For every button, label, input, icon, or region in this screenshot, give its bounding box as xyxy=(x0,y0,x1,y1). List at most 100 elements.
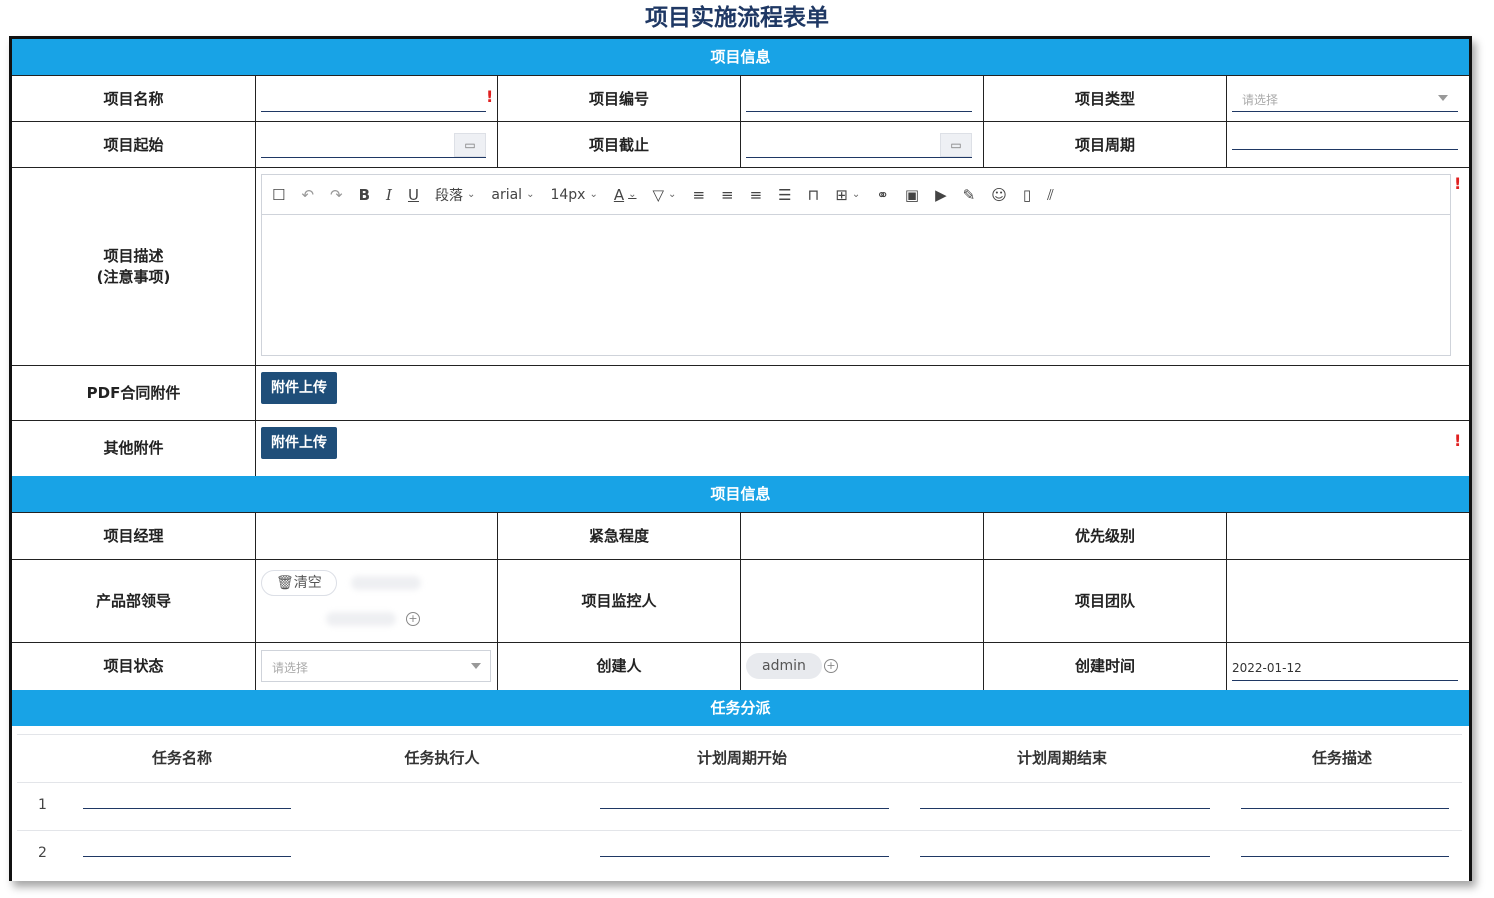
align-justify-icon[interactable]: ☰ xyxy=(778,186,791,204)
font-label: arial xyxy=(491,186,523,203)
table-icon[interactable]: ⊞ ⌄ xyxy=(835,186,860,204)
bold-icon[interactable]: B xyxy=(359,186,370,204)
eraser-icon[interactable]: ✎ xyxy=(963,186,976,204)
align-right-icon[interactable]: ≡ xyxy=(721,186,734,204)
italic-icon[interactable]: I xyxy=(386,186,392,204)
field-project-status[interactable]: 请选择 xyxy=(255,643,497,690)
creator-chip: admin xyxy=(746,653,822,679)
label-project-monitor: 项目监控人 xyxy=(497,560,740,643)
task-table-header: 任务名称 任务执行人 计划周期开始 计划周期结束 任务描述 xyxy=(12,734,1469,782)
section-header-task-assign: 任务分派 xyxy=(12,690,1469,726)
label-creator: 创建人 xyxy=(497,643,740,690)
add-user-icon[interactable]: + xyxy=(406,612,420,626)
underline-icon[interactable]: U xyxy=(408,186,419,204)
project-period-input[interactable] xyxy=(1232,125,1458,150)
redo-icon[interactable]: ↷ xyxy=(330,186,343,204)
row-number: 1 xyxy=(38,797,47,813)
highlight-icon[interactable]: ▽ ⌄ xyxy=(653,186,677,204)
field-project-number[interactable] xyxy=(740,76,983,122)
emoji-icon[interactable]: ☺ xyxy=(991,186,1007,204)
col-plan-start: 计划周期开始 xyxy=(696,749,787,767)
row-number: 2 xyxy=(38,845,47,861)
field-urgency[interactable] xyxy=(740,513,983,560)
project-end-date-input[interactable] xyxy=(746,133,972,158)
font-family-dropdown[interactable]: arial ⌄ xyxy=(491,187,534,203)
plan-start-input[interactable] xyxy=(600,808,889,809)
label-urgency: 紧急程度 xyxy=(497,513,740,560)
label-description-line1: 项目描述 xyxy=(103,247,164,265)
label-project-manager: 项目经理 xyxy=(103,527,164,545)
task-desc-input[interactable] xyxy=(1241,808,1449,809)
add-user-icon[interactable]: + xyxy=(824,659,838,673)
row-description: 项目描述 (注意事项) ☐ ↶ ↷ B I U 段落 ⌄ arial ⌄ 14px ⌄… xyxy=(12,167,1469,366)
label-project-end: 项目截止 xyxy=(497,122,740,168)
plan-start-input[interactable] xyxy=(600,856,889,857)
field-other-attachment: 附件上传 ! xyxy=(255,421,1469,476)
field-project-manager[interactable] xyxy=(255,513,497,560)
col-task-name: 任务名称 xyxy=(151,749,212,767)
clear-button[interactable]: 🗑清空 xyxy=(261,570,337,596)
field-creator: admin + xyxy=(740,643,983,690)
field-project-team[interactable] xyxy=(1226,560,1469,643)
plan-end-input[interactable] xyxy=(920,856,1210,857)
row-start-end-period: 项目起始 ▭ 项目截止 ▭ 项目周期 xyxy=(12,121,1469,168)
format-painter-icon[interactable]: ⊓ xyxy=(808,186,820,204)
task-name-input[interactable] xyxy=(83,856,291,857)
other-upload-button[interactable]: 附件上传 xyxy=(261,427,337,459)
align-center-icon[interactable]: ≡ xyxy=(750,186,763,204)
clear-label: 清空 xyxy=(293,575,322,591)
field-product-lead[interactable]: 🗑清空 + xyxy=(255,560,497,643)
section-header-project-info-2: 项目信息 xyxy=(12,476,1469,512)
plan-end-input[interactable] xyxy=(920,808,1210,809)
image-icon[interactable]: ▣ xyxy=(905,186,919,204)
table-row: 2 xyxy=(12,831,1469,878)
font-size-dropdown[interactable]: 14px ⌄ xyxy=(550,187,597,203)
row-pdf-attachment: PDF合同附件 附件上传 xyxy=(12,365,1469,421)
rich-text-editor[interactable]: ☐ ↶ ↷ B I U 段落 ⌄ arial ⌄ 14px ⌄ A ⌄ ▽ ⌄ ≡ ≡ ≡… xyxy=(261,174,1451,356)
calendar-icon[interactable]: ▭ xyxy=(940,133,972,157)
project-name-input[interactable] xyxy=(261,87,486,112)
paragraph-dropdown[interactable]: 段落 ⌄ xyxy=(435,185,475,205)
project-start-date-input[interactable] xyxy=(261,133,486,158)
field-pdf-attachment: 附件上传 xyxy=(255,366,1469,421)
task-desc-input[interactable] xyxy=(1241,856,1449,857)
paragraph-label: 段落 xyxy=(434,187,463,204)
undo-icon[interactable]: ↶ xyxy=(301,186,314,204)
font-color-icon[interactable]: A ⌄ xyxy=(614,186,637,204)
new-doc-icon[interactable]: ☐ xyxy=(272,186,285,204)
field-project-name[interactable]: ! xyxy=(255,76,497,122)
field-project-end[interactable]: ▭ xyxy=(740,122,983,168)
label-priority: 优先级别 xyxy=(983,513,1226,560)
video-icon[interactable]: ▶ xyxy=(935,186,947,204)
required-mark: ! xyxy=(1454,174,1462,193)
link-icon[interactable]: ⚭ xyxy=(876,186,889,204)
required-mark: ! xyxy=(1454,431,1462,450)
field-project-description[interactable]: ☐ ↶ ↷ B I U 段落 ⌄ arial ⌄ 14px ⌄ A ⌄ ▽ ⌄ ≡ ≡ ≡… xyxy=(255,168,1469,366)
select-placeholder: 请选择 xyxy=(1242,93,1279,107)
form-frame: 项目信息 项目名称 ! 项目编号 项目类型 请选择 项目起始 ▭ 项目截止 ▭ xyxy=(9,36,1472,881)
chevron-down-icon: ⌄ xyxy=(466,189,476,200)
field-project-period[interactable] xyxy=(1226,122,1469,168)
field-project-start[interactable]: ▭ xyxy=(255,122,497,168)
created-time-value: 2022-01-12 xyxy=(1232,656,1458,681)
field-project-monitor[interactable] xyxy=(740,560,983,643)
project-type-select[interactable]: 请选择 xyxy=(1232,87,1458,112)
chevron-down-icon: ⌄ xyxy=(526,189,535,200)
field-priority[interactable] xyxy=(1226,513,1469,560)
page-title: 项目实施流程表单 xyxy=(645,5,829,31)
calendar-icon[interactable]: ▭ xyxy=(454,133,486,157)
align-left-icon[interactable]: ≡ xyxy=(692,186,705,204)
field-project-type[interactable]: 请选择 xyxy=(1226,76,1469,122)
chart-icon[interactable]: ⫽ xyxy=(1047,186,1054,204)
project-status-select[interactable]: 请选择 xyxy=(261,650,491,682)
label-project-team: 项目团队 xyxy=(983,560,1226,643)
pdf-upload-button[interactable]: 附件上传 xyxy=(261,372,337,404)
row-name-number-type: 项目名称 ! 项目编号 项目类型 请选择 xyxy=(12,75,1469,122)
label-project-number: 项目编号 xyxy=(497,76,740,122)
project-number-input[interactable] xyxy=(746,87,972,112)
task-name-input[interactable] xyxy=(83,808,291,809)
user-chip-blurred xyxy=(351,576,421,590)
label-pdf-attachment: PDF合同附件 xyxy=(86,384,181,402)
comment-icon[interactable]: ▯ xyxy=(1023,186,1031,204)
chevron-down-icon xyxy=(1438,95,1448,101)
